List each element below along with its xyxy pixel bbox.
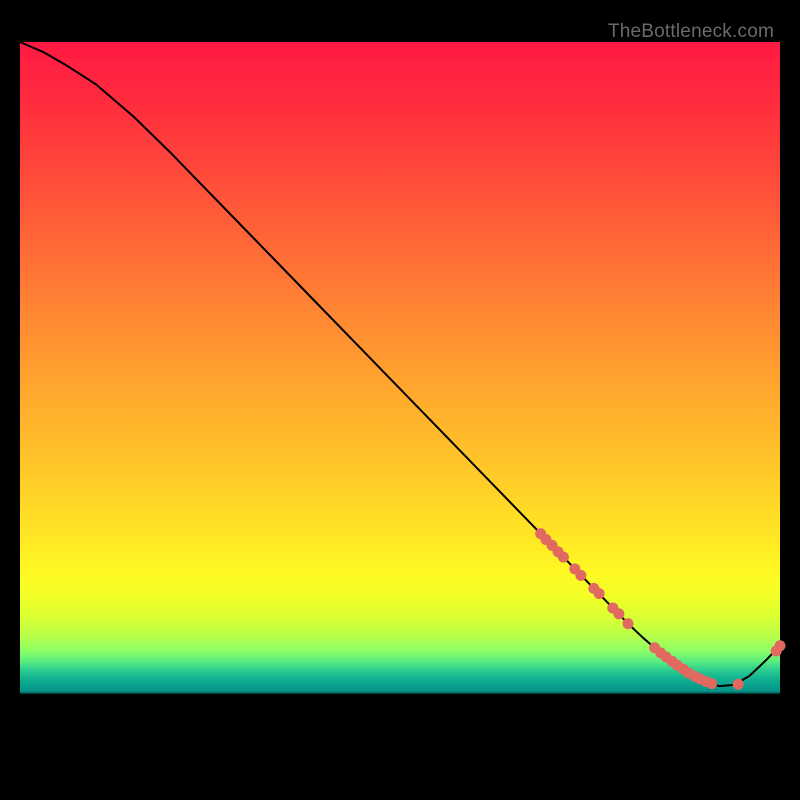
data-marker	[775, 640, 786, 651]
data-marker	[558, 552, 569, 563]
watermark-text: TheBottleneck.com	[608, 21, 774, 43]
chart-svg	[20, 42, 780, 780]
bottleneck-curve-line	[20, 42, 780, 686]
data-marker	[575, 570, 586, 581]
data-marker	[594, 588, 605, 599]
chart-frame: TheBottleneck.com	[20, 20, 780, 780]
data-marker	[623, 618, 634, 629]
data-marker	[706, 678, 717, 689]
data-marker	[733, 679, 744, 690]
data-marker	[613, 608, 624, 619]
marker-group	[535, 528, 785, 690]
plot-area	[20, 42, 780, 780]
